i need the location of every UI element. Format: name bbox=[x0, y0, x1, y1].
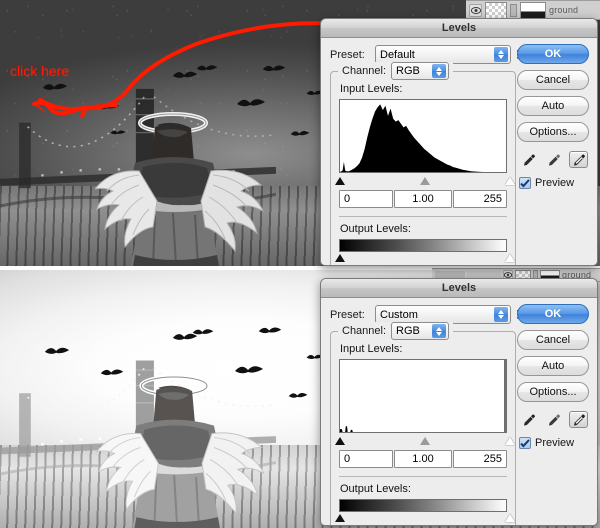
channel-row: Channel: RGB bbox=[338, 62, 453, 80]
output-black-slider[interactable] bbox=[335, 254, 345, 262]
preview-checkbox-row[interactable]: Preview bbox=[517, 437, 589, 449]
output-levels-slider[interactable] bbox=[339, 513, 507, 523]
input-levels-label: Input Levels: bbox=[340, 343, 507, 355]
auto-button[interactable]: Auto bbox=[517, 356, 589, 376]
bird-silhouette bbox=[192, 326, 214, 338]
histogram-plot bbox=[340, 360, 504, 432]
output-white-slider[interactable] bbox=[505, 514, 515, 522]
output-levels-slider[interactable] bbox=[339, 253, 507, 263]
black-point-slider[interactable] bbox=[335, 437, 345, 445]
link-icon[interactable] bbox=[510, 4, 517, 17]
layer-name-label: ground bbox=[549, 5, 578, 15]
preset-value: Default bbox=[380, 49, 415, 61]
white-point-eyedropper-icon[interactable] bbox=[569, 411, 588, 428]
channel-group: Channel: RGB Input Levels: bbox=[330, 71, 516, 266]
preset-value: Custom bbox=[380, 309, 418, 321]
divider bbox=[339, 476, 507, 477]
bird-silhouette bbox=[258, 324, 282, 337]
auto-button[interactable]: Auto bbox=[517, 96, 589, 116]
output-levels-gradient[interactable] bbox=[339, 239, 507, 252]
preset-label: Preset: bbox=[330, 309, 375, 321]
levels-dialog-before[interactable]: Levels Preset: Default Channel: RGB bbox=[320, 18, 598, 266]
input-black-field[interactable]: 0 bbox=[339, 190, 393, 208]
input-gamma-field[interactable]: 1.00 bbox=[394, 190, 452, 208]
dialog-titlebar[interactable]: Levels bbox=[321, 19, 597, 38]
output-levels-gradient[interactable] bbox=[339, 499, 507, 512]
gray-point-eyedropper-icon[interactable] bbox=[544, 151, 563, 168]
gray-point-eyedropper-icon[interactable] bbox=[544, 411, 563, 428]
output-white-slider[interactable] bbox=[505, 254, 515, 262]
input-black-field[interactable]: 0 bbox=[339, 450, 393, 468]
screenshot-stage: click here bbox=[0, 0, 600, 528]
cancel-button[interactable]: Cancel bbox=[517, 330, 589, 350]
channel-row: Channel: RGB bbox=[338, 322, 453, 340]
input-levels-slider[interactable] bbox=[339, 174, 507, 185]
preview-label: Preview bbox=[535, 177, 574, 189]
input-white-field[interactable]: 255 bbox=[453, 450, 507, 468]
white-point-slider[interactable] bbox=[505, 437, 515, 445]
levels-dialog-after[interactable]: Levels Preset: Custom Channel: RGB bbox=[320, 278, 598, 526]
preview-checkbox[interactable] bbox=[519, 437, 531, 449]
angel-figure bbox=[95, 105, 315, 266]
input-levels-fields: 0 1.00 255 bbox=[339, 190, 507, 208]
eyedropper-row bbox=[517, 151, 589, 168]
preview-checkbox-row[interactable]: Preview bbox=[517, 177, 589, 189]
channel-label: Channel: bbox=[342, 65, 386, 77]
chevron-updown-icon[interactable] bbox=[494, 47, 508, 62]
input-levels-histogram[interactable] bbox=[339, 359, 507, 433]
input-levels-histogram[interactable] bbox=[339, 99, 507, 173]
cancel-button[interactable]: Cancel bbox=[517, 70, 589, 90]
output-levels-label: Output Levels: bbox=[340, 483, 507, 495]
black-point-slider[interactable] bbox=[335, 177, 345, 185]
bird-silhouette bbox=[44, 344, 70, 358]
layer-thumbnail[interactable] bbox=[485, 2, 507, 19]
white-point-eyedropper-icon[interactable] bbox=[569, 151, 588, 168]
layers-panel-row-top[interactable]: ground bbox=[466, 0, 600, 20]
chevron-updown-icon[interactable] bbox=[432, 64, 446, 78]
channel-value: RGB bbox=[396, 325, 420, 337]
channel-group: Channel: RGB Input Levels: bbox=[330, 331, 516, 526]
midtone-slider[interactable] bbox=[420, 437, 430, 445]
options-button[interactable]: Options... bbox=[517, 382, 589, 402]
midtone-slider[interactable] bbox=[420, 177, 430, 185]
divider bbox=[339, 216, 507, 217]
input-gamma-field[interactable]: 1.00 bbox=[394, 450, 452, 468]
output-black-slider[interactable] bbox=[335, 514, 345, 522]
white-point-slider[interactable] bbox=[505, 177, 515, 185]
preset-label: Preset: bbox=[330, 49, 375, 61]
angel-figure bbox=[96, 368, 316, 528]
input-levels-label: Input Levels: bbox=[340, 83, 507, 95]
dialog-buttons-column: OK Cancel Auto Options... bbox=[517, 304, 589, 449]
channel-label: Channel: bbox=[342, 325, 386, 337]
black-point-eyedropper-icon[interactable] bbox=[519, 411, 538, 428]
input-levels-slider[interactable] bbox=[339, 434, 507, 445]
eye-icon[interactable] bbox=[469, 4, 482, 17]
preview-label: Preview bbox=[535, 437, 574, 449]
chevron-updown-icon[interactable] bbox=[432, 324, 446, 338]
ok-button[interactable]: OK bbox=[517, 44, 589, 64]
channel-value: RGB bbox=[396, 65, 420, 77]
input-white-field[interactable]: 255 bbox=[453, 190, 507, 208]
bird-silhouette bbox=[196, 62, 218, 74]
options-button[interactable]: Options... bbox=[517, 122, 589, 142]
chevron-updown-icon[interactable] bbox=[494, 307, 508, 322]
dialog-titlebar[interactable]: Levels bbox=[321, 279, 597, 298]
channel-dropdown[interactable]: RGB bbox=[391, 62, 449, 80]
output-levels-label: Output Levels: bbox=[340, 223, 507, 235]
mask-thumbnail[interactable] bbox=[520, 2, 546, 19]
channel-dropdown[interactable]: RGB bbox=[391, 322, 449, 340]
ok-button[interactable]: OK bbox=[517, 304, 589, 324]
preview-checkbox[interactable] bbox=[519, 177, 531, 189]
bird-silhouette bbox=[262, 62, 286, 75]
bird-silhouette bbox=[172, 68, 198, 82]
bird-silhouette bbox=[42, 80, 68, 94]
histogram-plot bbox=[340, 100, 506, 172]
dialog-buttons-column: OK Cancel Auto Options... bbox=[517, 44, 589, 189]
input-levels-fields: 0 1.00 255 bbox=[339, 450, 507, 468]
eyedropper-row bbox=[517, 411, 589, 428]
black-point-eyedropper-icon[interactable] bbox=[519, 151, 538, 168]
